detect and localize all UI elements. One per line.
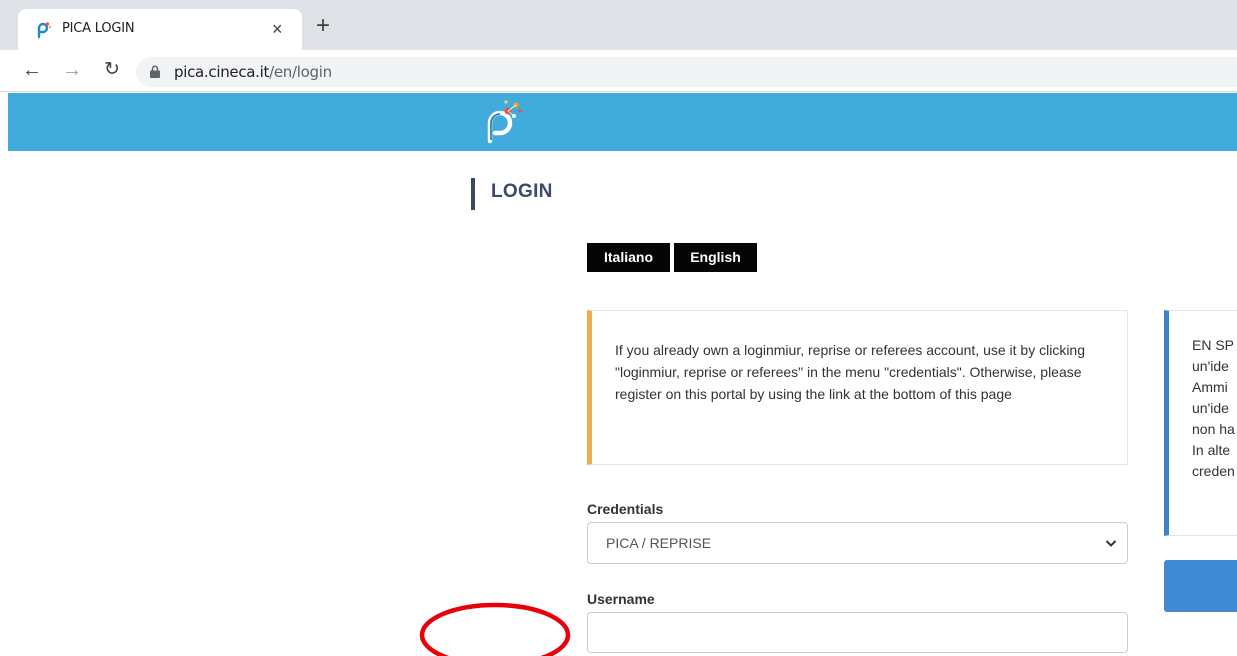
username-label: Username xyxy=(587,591,655,607)
red-annotation-circle xyxy=(419,602,571,656)
back-arrow-icon[interactable]: ← xyxy=(22,58,42,82)
url-path: /en/login xyxy=(269,63,332,81)
side-panel-line: Ammi xyxy=(1192,379,1228,395)
site-header xyxy=(8,93,1237,151)
side-panel-line: creden xyxy=(1192,463,1235,479)
side-panel-line: In alte xyxy=(1192,442,1231,458)
side-panel-button[interactable] xyxy=(1164,560,1237,612)
language-english-button[interactable]: English xyxy=(674,243,757,272)
url-host: pica.cineca.it xyxy=(174,63,270,81)
info-alert: If you already own a loginmiur, reprise … xyxy=(587,310,1128,465)
address-bar[interactable]: pica.cineca.it/en/login xyxy=(136,57,1237,87)
browser-tabstrip: PICA LOGIN × + xyxy=(0,0,1237,50)
url-text: pica.cineca.it/en/login xyxy=(174,63,332,81)
side-panel-line: un'ide xyxy=(1192,400,1229,416)
side-panel-line: non ha xyxy=(1192,421,1235,437)
forward-arrow-icon[interactable]: → xyxy=(62,58,82,82)
pica-logo[interactable] xyxy=(470,97,524,145)
side-panel-line: un'ide xyxy=(1192,358,1229,374)
browser-toolbar: ← → ↻ pica.cineca.it/en/login xyxy=(0,50,1237,92)
info-alert-text: If you already own a loginmiur, reprise … xyxy=(615,342,1086,402)
page-title-accent xyxy=(471,178,475,210)
side-info-panel: EN SP un'ide Ammi un'ide non ha In alte … xyxy=(1164,310,1237,536)
credentials-label: Credentials xyxy=(587,501,664,517)
lock-icon xyxy=(150,65,160,78)
reload-icon[interactable]: ↻ xyxy=(104,58,120,82)
new-tab-button[interactable]: + xyxy=(316,14,330,38)
browser-tab[interactable]: PICA LOGIN × xyxy=(18,9,302,50)
tab-title: PICA LOGIN xyxy=(62,21,135,36)
credentials-selected-value: PICA / REPRISE xyxy=(606,535,712,551)
chevron-down-icon xyxy=(1105,540,1117,547)
tab-close-button[interactable]: × xyxy=(272,18,283,40)
side-panel-line: EN SP xyxy=(1192,337,1235,353)
page-title: LOGIN xyxy=(491,181,553,202)
username-input[interactable] xyxy=(587,612,1128,653)
pica-favicon-icon xyxy=(37,22,52,39)
credentials-select[interactable]: PICA / REPRISE xyxy=(587,522,1128,564)
language-italiano-button[interactable]: Italiano xyxy=(587,243,670,272)
